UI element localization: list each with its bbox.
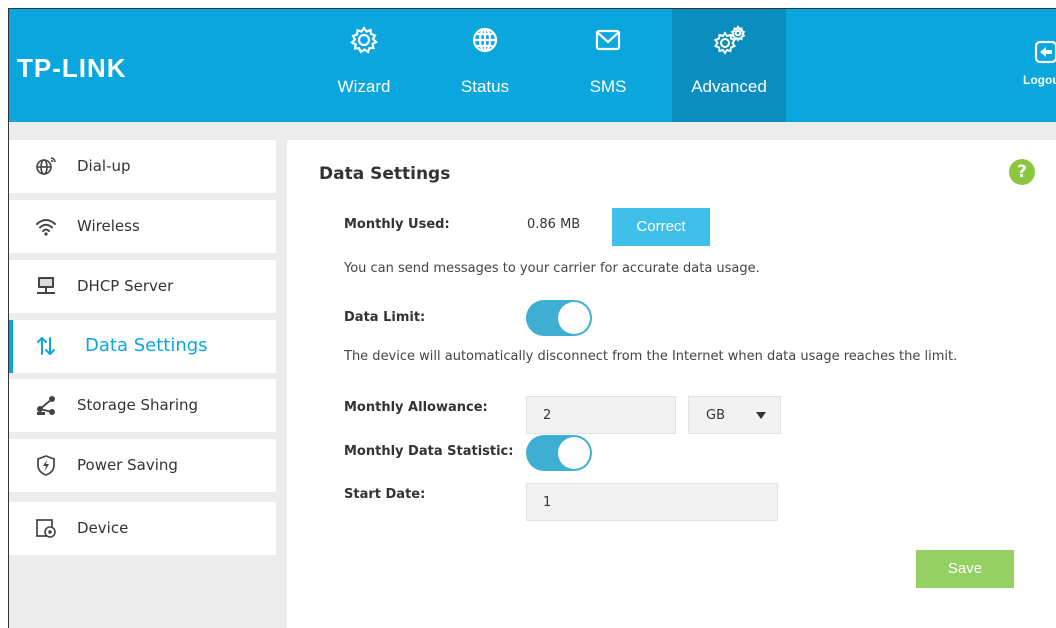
sidebar-item-label: Wireless: [77, 217, 140, 235]
sidebar-item-storage-sharing[interactable]: Storage Sharing: [9, 379, 276, 432]
correct-button[interactable]: Correct: [612, 208, 710, 246]
sidebar-item-label: Storage Sharing: [77, 396, 199, 414]
device-gear-icon: [36, 519, 56, 538]
sidebar-item-dial-up[interactable]: Dial-up: [9, 140, 276, 193]
nav-status[interactable]: Status: [449, 9, 521, 122]
nav-advanced-label: Advanced: [691, 77, 767, 96]
data-limit-label: Data Limit:: [344, 310, 426, 325]
sidebar-item-data-settings[interactable]: Data Settings: [9, 320, 276, 373]
power-shield-icon: [37, 455, 55, 476]
allowance-unit-value: GB: [706, 408, 725, 423]
nav-sms[interactable]: SMS: [572, 9, 644, 122]
chevron-down-icon: [756, 412, 766, 419]
envelope-icon: [595, 29, 621, 51]
gears-icon: [714, 25, 746, 55]
logout-icon: [1034, 40, 1056, 64]
router-admin-window: TP-LINK Wizard Status SMS Advanced Logo …: [8, 8, 1056, 628]
nav-wizard-label: Wizard: [337, 77, 391, 96]
monthly-used-label: Monthly Used:: [344, 217, 450, 232]
data-limit-note: The device will automatically disconnect…: [344, 349, 958, 364]
sidebar-item-dhcp-server[interactable]: DHCP Server: [9, 260, 276, 313]
sidebar-item-label: Device: [77, 519, 129, 537]
sidebar-item-label: DHCP Server: [77, 277, 174, 295]
nav-status-label: Status: [460, 77, 510, 96]
sidebar-item-wireless[interactable]: Wireless: [9, 200, 276, 253]
up-down-arrows-icon: [37, 337, 55, 355]
toggle-knob: [558, 302, 590, 334]
nav-wizard[interactable]: Wizard: [328, 9, 400, 122]
globe-icon: [472, 27, 498, 53]
toggle-knob: [558, 437, 590, 469]
sidebar-item-label: Data Settings: [85, 335, 208, 356]
share-icon: [37, 396, 55, 415]
start-date-label: Start Date:: [344, 487, 426, 502]
sidebar-item-power-saving[interactable]: Power Saving: [9, 439, 276, 492]
data-settings-panel: Data Settings ? Monthly Used: 0.86 MB Co…: [287, 140, 1056, 628]
logout-button[interactable]: Logout: [1019, 39, 1056, 99]
monthly-allowance-label: Monthly Allowance:: [344, 400, 488, 415]
data-limit-toggle[interactable]: [526, 300, 592, 336]
sidebar-item-label: Dial-up: [77, 157, 131, 175]
correct-note: You can send messages to your carrier fo…: [344, 261, 760, 276]
monthly-statistic-label: Monthly Data Statistic:: [344, 444, 514, 459]
sidebar-item-device[interactable]: Device: [9, 502, 276, 555]
monthly-allowance-input[interactable]: [526, 396, 676, 434]
nav-sms-label: SMS: [589, 77, 627, 96]
top-navigation-bar: TP-LINK Wizard Status SMS Advanced Logo: [9, 9, 1056, 122]
sidebar-item-label: Power Saving: [77, 456, 178, 474]
globe-signal-icon: [36, 157, 56, 175]
wifi-icon: [36, 219, 56, 236]
tp-link-logo: TP-LINK: [17, 53, 127, 83]
monthly-statistic-toggle[interactable]: [526, 435, 592, 471]
logout-label: Logout: [1023, 73, 1056, 87]
help-icon[interactable]: ?: [1009, 159, 1035, 185]
gear-icon: [350, 26, 378, 54]
save-button[interactable]: Save: [916, 550, 1014, 588]
page-title: Data Settings: [319, 164, 451, 184]
monitor-network-icon: [37, 277, 55, 294]
allowance-unit-select[interactable]: GB: [688, 396, 781, 434]
monthly-used-value: 0.86 MB: [527, 217, 581, 232]
nav-advanced[interactable]: Advanced: [672, 9, 786, 122]
start-date-input[interactable]: [526, 483, 778, 521]
